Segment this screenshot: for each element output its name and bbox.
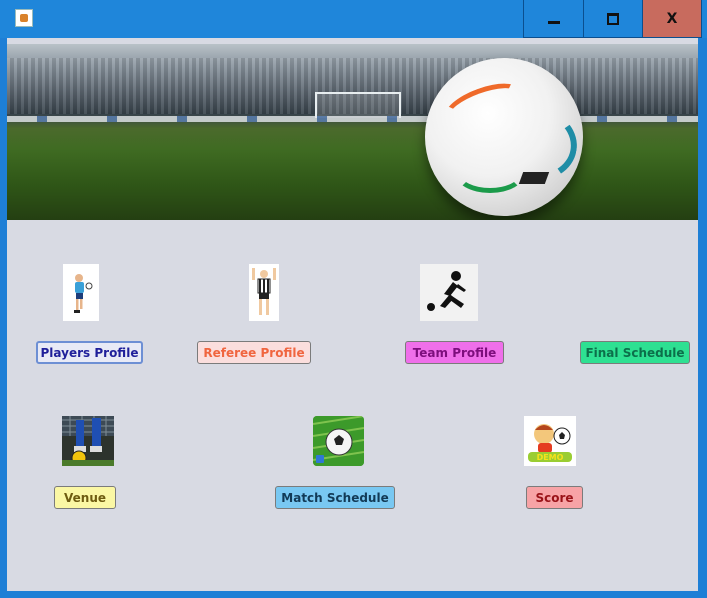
stadium-banner-image <box>7 44 698 220</box>
score-button[interactable]: Score <box>526 486 583 509</box>
main-panel: DEMO Players Profile Referee Profile Tea… <box>7 38 698 591</box>
goal-post <box>315 92 401 118</box>
referee-profile-button[interactable]: Referee Profile <box>197 341 311 364</box>
minimize-button[interactable] <box>523 0 583 38</box>
cartoon-kicker-icon: DEMO <box>524 416 576 466</box>
close-icon: X <box>666 10 678 27</box>
final-schedule-button[interactable]: Final Schedule <box>580 341 690 364</box>
close-button[interactable]: X <box>642 0 702 38</box>
soccer-player-icon <box>63 264 99 321</box>
ad-boards <box>7 116 698 122</box>
java-app-icon <box>15 9 33 27</box>
venue-button[interactable]: Venue <box>54 486 116 509</box>
minimize-icon <box>547 21 560 24</box>
soccer-ball-grass-icon <box>313 416 364 466</box>
title-bar: X <box>0 0 707 38</box>
maximize-icon <box>607 12 619 25</box>
maximize-button[interactable] <box>583 0 642 38</box>
team-profile-button[interactable]: Team Profile <box>405 341 504 364</box>
players-profile-button[interactable]: Players Profile <box>36 341 143 364</box>
svg-text:DEMO: DEMO <box>537 453 564 462</box>
referee-icon <box>249 264 279 321</box>
kicking-player-icon <box>420 264 478 321</box>
players-feet-ball-icon <box>62 416 114 466</box>
match-schedule-button[interactable]: Match Schedule <box>275 486 395 509</box>
soccer-ball-icon <box>425 58 583 216</box>
